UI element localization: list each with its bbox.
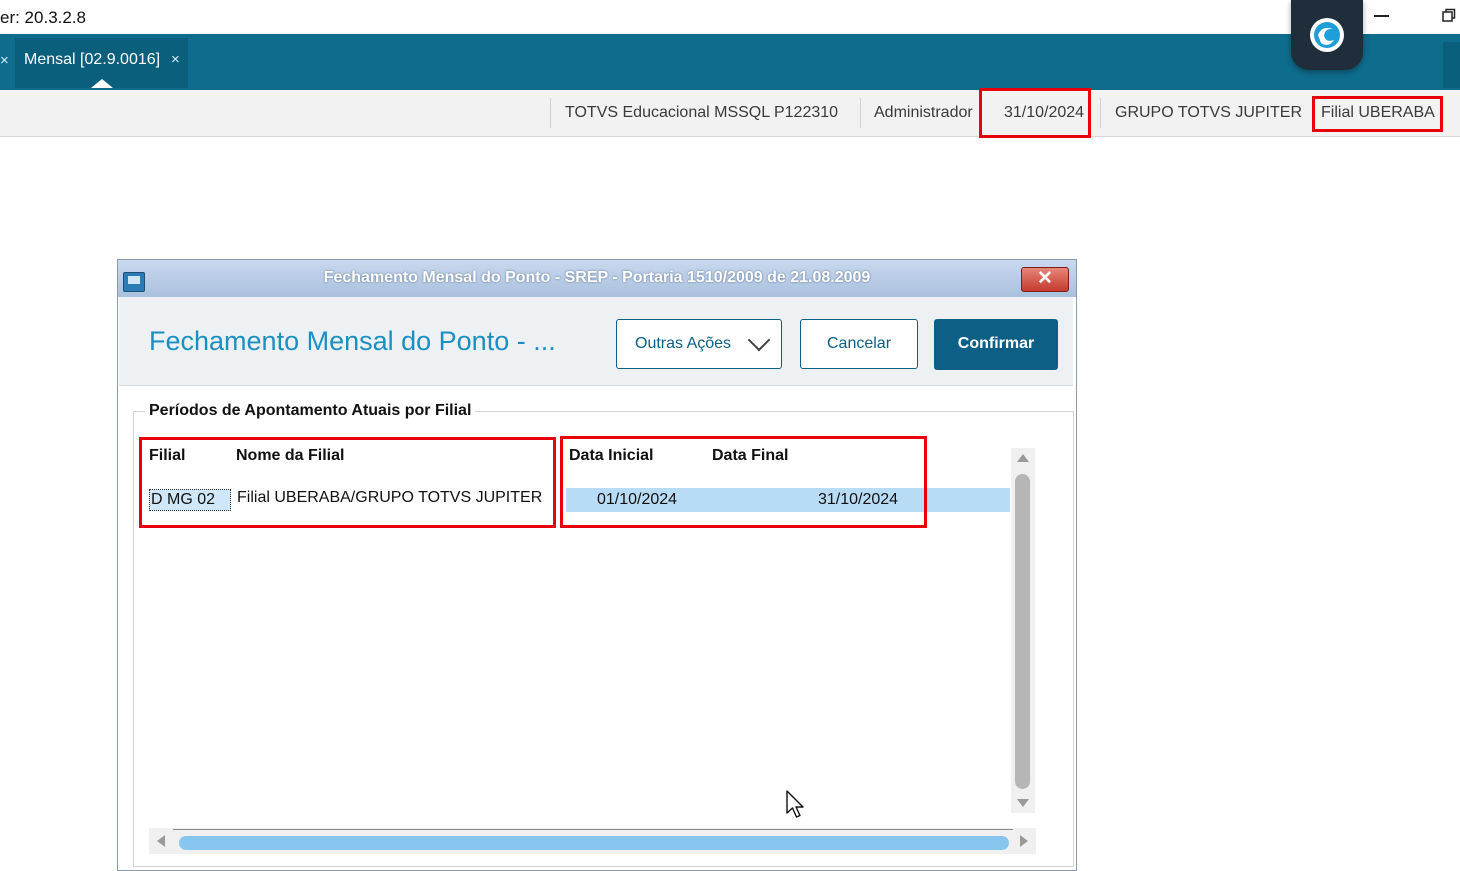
- scroll-right-icon[interactable]: [1020, 835, 1028, 847]
- status-date[interactable]: 31/10/2024: [1004, 104, 1084, 122]
- scroll-left-icon[interactable]: [157, 835, 165, 847]
- dialog-close-icon[interactable]: ✕: [1021, 267, 1069, 292]
- status-separator: [550, 98, 551, 128]
- scroll-down-icon[interactable]: [1017, 799, 1029, 807]
- vertical-scrollbar[interactable]: [1011, 448, 1035, 813]
- status-branch[interactable]: Filial UBERABA: [1321, 104, 1435, 122]
- status-separator: [1100, 98, 1101, 128]
- os-title-bar: er: 20.3.2.8: [0, 0, 1460, 34]
- status-user[interactable]: Administrador: [874, 104, 973, 122]
- cell-filial[interactable]: D MG 02: [149, 489, 231, 511]
- column-header-filial[interactable]: Filial: [149, 447, 185, 465]
- status-separator: [860, 98, 861, 128]
- column-header-nome[interactable]: Nome da Filial: [236, 447, 344, 465]
- scroll-up-icon[interactable]: [1017, 454, 1029, 462]
- cancel-button[interactable]: Cancelar: [800, 319, 918, 369]
- page-title: Fechamento Mensal do Ponto - ...: [149, 326, 556, 356]
- status-group[interactable]: GRUPO TOTVS JUPITER: [1115, 104, 1302, 122]
- group-title: Períodos de Apontamento Atuais por Filia…: [145, 402, 476, 420]
- minimize-icon[interactable]: [1373, 6, 1391, 24]
- horizontal-scroll-thumb[interactable]: [179, 836, 1009, 850]
- close-tab-icon[interactable]: ×: [171, 51, 180, 68]
- close-tab-icon[interactable]: ×: [0, 52, 9, 69]
- os-window-title: er: 20.3.2.8: [0, 8, 87, 27]
- status-bar: TOTVS Educacional MSSQL P122310 Administ…: [0, 90, 1460, 137]
- cell-data-final[interactable]: 31/10/2024: [818, 491, 898, 509]
- dialog-title-bar[interactable]: Fechamento Mensal do Ponto - SREP - Port…: [118, 260, 1076, 297]
- column-header-data-final[interactable]: Data Final: [712, 447, 788, 465]
- confirm-button[interactable]: Confirmar: [934, 319, 1058, 370]
- cell-nome[interactable]: Filial UBERABA/GRUPO TOTVS JUPITER: [237, 489, 542, 507]
- chevron-down-icon: [747, 328, 771, 352]
- status-environment[interactable]: TOTVS Educacional MSSQL P122310: [565, 104, 838, 122]
- scrollbar-track-line: [173, 829, 1013, 830]
- cancel-label: Cancelar: [826, 335, 892, 352]
- vertical-scroll-thumb[interactable]: [1015, 474, 1030, 789]
- dialog-window: Fechamento Mensal do Ponto - SREP - Port…: [117, 259, 1077, 871]
- restore-icon[interactable]: [1442, 8, 1456, 22]
- horizontal-scrollbar[interactable]: [149, 828, 1036, 854]
- other-actions-button[interactable]: Outras Ações: [616, 319, 782, 369]
- tab-label: Mensal [02.9.0016]: [24, 51, 161, 68]
- column-header-data-inicial[interactable]: Data Inicial: [569, 447, 653, 465]
- app-logo-icon: [1291, 0, 1363, 70]
- periods-group-box: [133, 411, 1074, 867]
- confirm-label: Confirmar: [957, 335, 1035, 352]
- active-tab-indicator: [91, 79, 113, 88]
- dialog-header: Fechamento Mensal do Ponto - ... Outras …: [119, 297, 1073, 386]
- other-actions-label: Outras Ações: [635, 335, 732, 352]
- tab-bar-edge: [1443, 42, 1460, 88]
- mouse-cursor-icon: [785, 789, 807, 821]
- tab-mensal[interactable]: Mensal [02.9.0016] ×: [15, 38, 188, 88]
- cell-data-inicial[interactable]: 01/10/2024: [597, 491, 677, 509]
- tab-bar: × Mensal [02.9.0016] ×: [0, 34, 1460, 90]
- dialog-title: Fechamento Mensal do Ponto - SREP - Port…: [323, 269, 871, 286]
